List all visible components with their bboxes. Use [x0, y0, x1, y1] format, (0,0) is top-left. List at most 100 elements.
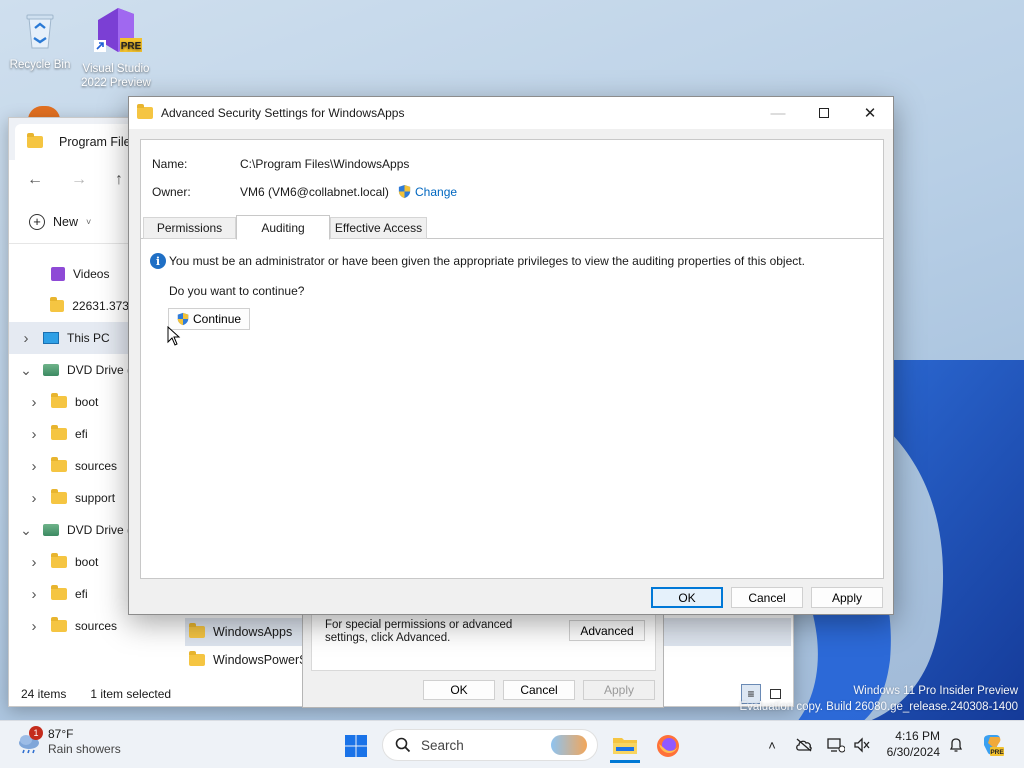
- close-button[interactable]: ✕: [847, 97, 893, 129]
- volume-icon[interactable]: [852, 735, 872, 755]
- tree-item-label: sources: [75, 619, 118, 633]
- folder-icon: [51, 585, 67, 600]
- tree-item-label: efi: [75, 587, 88, 601]
- uac-shield-icon: [177, 312, 189, 326]
- info-icon: i: [150, 253, 166, 269]
- clock-date: 6/30/2024: [886, 745, 940, 759]
- properties-security-panel: For special permissions or advanced sett…: [311, 609, 656, 671]
- svg-text:PRE: PRE: [990, 749, 1004, 756]
- dialog-content-panel: Name: C:\Program Files\WindowsApps Owner…: [140, 139, 884, 579]
- folder-icon: [189, 623, 205, 638]
- change-link-text: Change: [415, 184, 458, 199]
- chevron-right-icon[interactable]: ›: [27, 458, 41, 475]
- status-item-count: 24 items: [21, 687, 67, 701]
- tree-item-label: boot: [75, 555, 99, 569]
- weather-temperature: 87°F: [48, 727, 74, 741]
- continue-question: Do you want to continue?: [169, 284, 305, 298]
- network-icon[interactable]: [826, 735, 846, 755]
- properties-ok-button[interactable]: OK: [423, 680, 495, 700]
- maximize-icon: [819, 108, 829, 118]
- dvd-icon: [43, 364, 59, 376]
- close-icon: ✕: [863, 105, 877, 122]
- videos-icon: [51, 267, 65, 281]
- chevron-right-icon[interactable]: ›: [19, 330, 33, 347]
- folder-icon: [51, 489, 67, 504]
- taskbar-search[interactable]: Search: [382, 729, 598, 761]
- info-message: You must be an administrator or have bee…: [169, 254, 805, 268]
- ok-button[interactable]: OK: [651, 587, 723, 608]
- owner-value: VM6 (VM6@collabnet.local): [240, 185, 389, 199]
- taskbar-firefox[interactable]: [654, 732, 682, 760]
- tab-permissions[interactable]: Permissions: [143, 217, 236, 239]
- chevron-right-icon[interactable]: ›: [27, 618, 41, 635]
- explorer-tab-title: Program Files: [59, 135, 137, 149]
- chevron-right-icon[interactable]: ›: [27, 426, 41, 443]
- folder-icon: [27, 133, 43, 148]
- apply-button[interactable]: Apply: [811, 587, 883, 608]
- maximize-button[interactable]: [801, 97, 847, 129]
- minimize-button[interactable]: —: [755, 97, 801, 129]
- pc-icon: [43, 332, 59, 344]
- tree-item-label: This PC: [67, 331, 110, 345]
- folder-icon: [49, 297, 65, 312]
- change-owner-link[interactable]: Change: [397, 184, 457, 199]
- windows-logo-icon: [345, 735, 367, 757]
- weather-icon: 1: [16, 726, 43, 755]
- onedrive-offline-icon[interactable]: [794, 735, 814, 755]
- cancel-button[interactable]: Cancel: [731, 587, 803, 608]
- tab-effective-access[interactable]: Effective Access: [330, 217, 427, 239]
- new-label: New: [53, 214, 79, 229]
- new-button[interactable]: + New ˅: [29, 213, 92, 230]
- back-arrow-icon[interactable]: ←: [27, 171, 43, 189]
- show-hidden-icons-chevron[interactable]: ˄: [762, 735, 782, 755]
- file-name: WindowsApps: [213, 625, 293, 639]
- security-tabs: Permissions Auditing Effective Access: [141, 215, 883, 240]
- up-arrow-icon[interactable]: ↑: [115, 171, 123, 189]
- taskbar: 1 87°F Rain showers Search ˄ 4:16 PM 6/3…: [0, 720, 1024, 768]
- chevron-right-icon[interactable]: ›: [27, 586, 41, 603]
- weather-alert-badge: 1: [29, 726, 43, 740]
- name-label: Name:: [152, 157, 188, 171]
- desktop-icon-recycle-bin[interactable]: Recycle Bin: [4, 10, 76, 72]
- desktop-icon-visual-studio[interactable]: PRE Visual Studio 2022 Preview: [80, 6, 152, 90]
- tree-item-label: efi: [75, 427, 88, 441]
- tab-auditing[interactable]: Auditing: [236, 215, 330, 240]
- copilot-icon[interactable]: PRE: [980, 733, 1004, 757]
- recycle-bin-icon: [26, 14, 54, 49]
- start-button[interactable]: [343, 733, 369, 759]
- advanced-button[interactable]: Advanced: [569, 620, 645, 641]
- tree-item-label: support: [75, 491, 116, 505]
- tree-item-label: sources: [75, 459, 118, 473]
- chevron-right-icon[interactable]: ›: [27, 554, 41, 571]
- properties-apply-button[interactable]: Apply: [583, 680, 655, 700]
- folder-icon: [51, 457, 67, 472]
- chevron-right-icon[interactable]: ›: [27, 394, 41, 411]
- plus-circle-icon: +: [29, 213, 45, 230]
- chevron-down-icon[interactable]: ⌄: [19, 522, 33, 539]
- desktop-icon-label: Recycle Bin: [9, 59, 71, 71]
- properties-cancel-button[interactable]: Cancel: [503, 680, 575, 700]
- continue-button-label: Continue: [193, 312, 242, 326]
- folder-icon: [51, 393, 67, 408]
- desktop-icon-label: Visual Studio 2022 Preview: [81, 63, 151, 89]
- folder-icon: [137, 104, 153, 119]
- folder-icon: [51, 425, 67, 440]
- advanced-security-settings-dialog: Advanced Security Settings for WindowsAp…: [128, 96, 894, 615]
- folder-icon: [51, 553, 67, 568]
- dialog-title-bar: Advanced Security Settings for WindowsAp…: [129, 97, 893, 129]
- chevron-down-icon[interactable]: ⌄: [19, 362, 33, 379]
- watermark-line2: Evaluation copy. Build 26080.ge_release.…: [739, 701, 1018, 713]
- name-value: C:\Program Files\WindowsApps: [240, 157, 410, 171]
- notification-bell-icon[interactable]: [946, 735, 966, 755]
- owner-label: Owner:: [152, 185, 191, 199]
- search-icon: [395, 737, 411, 753]
- dvd-icon: [43, 524, 59, 536]
- forward-arrow-icon[interactable]: →: [71, 171, 87, 189]
- tree-item-label: Videos: [73, 267, 110, 281]
- weather-description: Rain showers: [48, 742, 121, 756]
- clock[interactable]: 4:16 PM 6/30/2024: [882, 728, 940, 760]
- chevron-down-icon: ˅: [86, 216, 92, 227]
- weather-widget[interactable]: 1 87°F Rain showers: [16, 726, 121, 757]
- chevron-right-icon[interactable]: ›: [27, 490, 41, 507]
- taskbar-file-explorer[interactable]: [610, 729, 640, 763]
